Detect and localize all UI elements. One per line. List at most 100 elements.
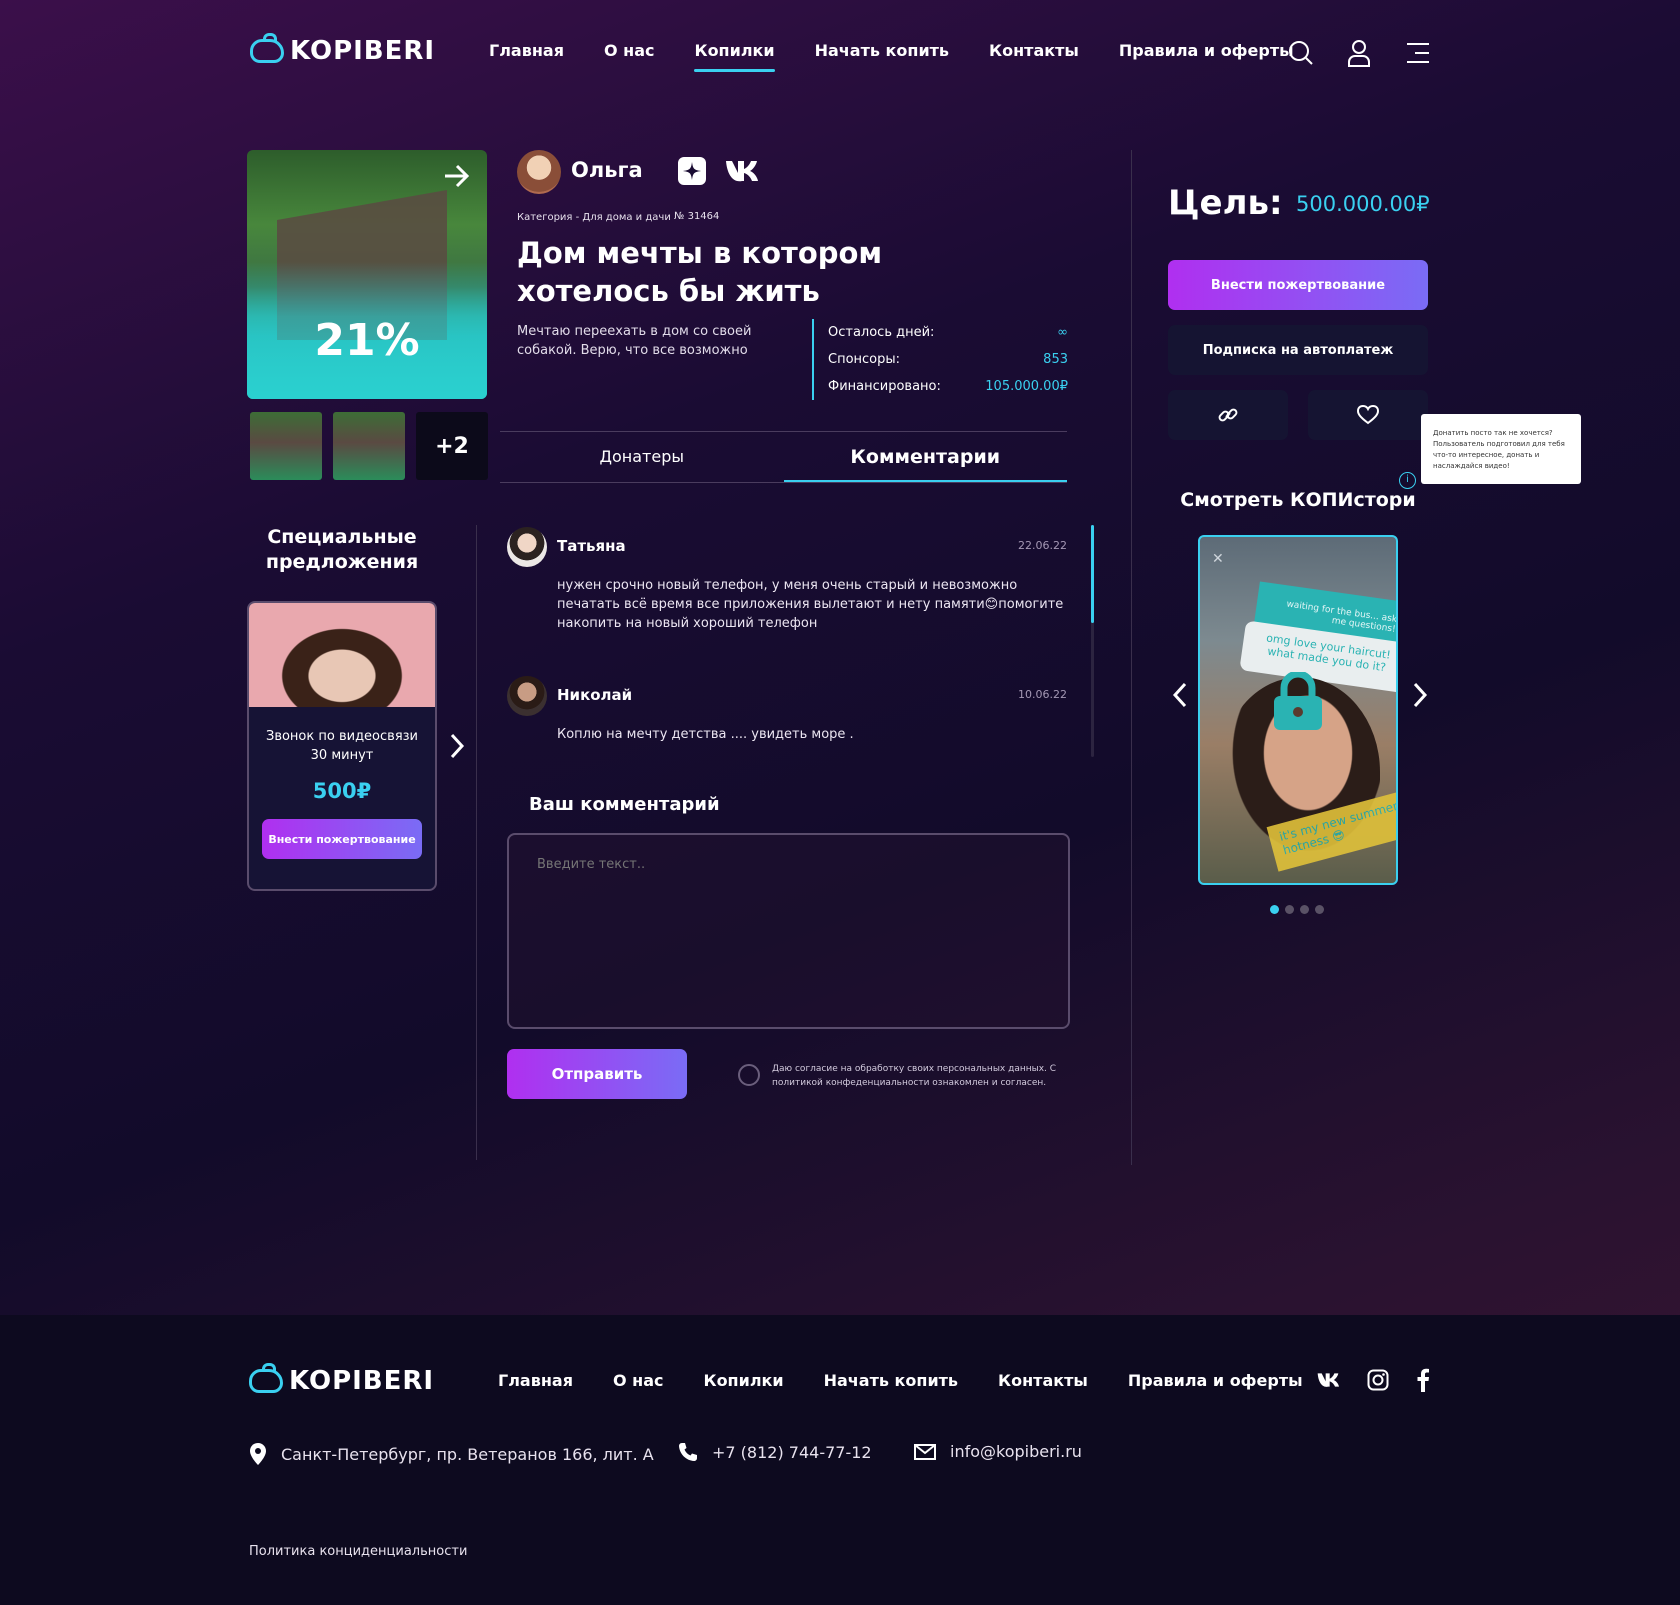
offer-card: Звонок по видеосвязи 30 минут 500₽ Внест… [247, 601, 437, 891]
comment-text-2: Коплю на мечту детства .... увидеть море… [557, 727, 854, 742]
comment-form-heading: Ваш комментарий [529, 794, 720, 815]
link-icon [1218, 408, 1238, 422]
comment-author-1[interactable]: Татьяна [557, 537, 626, 555]
thumbnail-1[interactable] [250, 412, 322, 480]
sponsors-label: Спонсоры: [828, 352, 901, 367]
consent-checkbox[interactable] [738, 1064, 760, 1086]
right-divider [1131, 150, 1132, 1165]
offer-price: 500₽ [312, 779, 372, 803]
more-photos-button[interactable]: +2 [416, 412, 488, 480]
stories-heading: Смотреть КОПИстори [1180, 489, 1416, 511]
comments-scrollbar[interactable] [1091, 525, 1094, 757]
story-dot-1[interactable] [1270, 905, 1279, 914]
copy-link-button[interactable] [1168, 390, 1288, 440]
tab-comments[interactable]: Комментарии [783, 432, 1067, 482]
piggy-bank-icon [250, 33, 284, 63]
offer-photo [249, 603, 435, 707]
vk-icon[interactable] [724, 159, 762, 183]
envelope-icon [914, 1443, 936, 1460]
nav-contacts[interactable]: Контакты [989, 41, 1079, 60]
progress-percent: 21% [314, 315, 420, 366]
consent-text: Даю согласие на обработку своих персонал… [772, 1064, 1057, 1088]
donate-button[interactable]: Внести пожертвование [1168, 260, 1428, 310]
footer-nav-about[interactable]: О нас [613, 1371, 664, 1390]
story-pagination [1270, 905, 1324, 914]
comment-avatar-2[interactable] [507, 676, 547, 716]
footer-phone[interactable]: +7 (812) 744-77-12 [678, 1442, 872, 1462]
main-nav: Главная О нас Копилки Начать копить Конт… [489, 41, 1294, 72]
address-text: Санкт-Петербург, пр. Ветеранов 166, лит.… [281, 1444, 654, 1464]
goal-value: 500.000.00₽ [1296, 192, 1430, 216]
story-preview[interactable]: ✕ waiting for the bus... ask me question… [1198, 535, 1398, 885]
campaign-description: Мечтаю переехать в дом со своей собакой.… [517, 324, 752, 358]
stories-tooltip: Донатить посто так не хочется? Пользоват… [1421, 414, 1581, 484]
author-avatar[interactable] [517, 150, 561, 194]
heart-icon [1357, 405, 1379, 425]
nav-home[interactable]: Главная [489, 41, 564, 60]
story-close-icon[interactable]: ✕ [1212, 551, 1224, 567]
menu-icon[interactable] [1403, 38, 1433, 68]
email-text[interactable]: info@kopiberi.ru [950, 1442, 1082, 1461]
goal-label: Цель: [1168, 183, 1283, 223]
comment-date-2: 10.06.22 [1018, 688, 1067, 701]
offer-donate-button[interactable]: Внести пожертвование [262, 819, 422, 859]
privacy-policy-link[interactable]: Политика конциденциальности [249, 1544, 467, 1559]
footer-nav-start-saving[interactable]: Начать копить [824, 1371, 958, 1390]
location-pin-icon [250, 1443, 266, 1465]
submit-comment-button[interactable]: Отправить [507, 1049, 687, 1099]
campaign-number: № 31464 [674, 211, 720, 222]
story-next-icon[interactable] [1412, 682, 1428, 708]
favorite-button[interactable] [1308, 390, 1428, 440]
nav-about[interactable]: О нас [604, 41, 655, 60]
footer-email[interactable]: info@kopiberi.ru [914, 1442, 1082, 1461]
footer-logo-text: KOPIBERI [289, 1366, 435, 1396]
sparkle-icon[interactable] [678, 157, 706, 185]
left-divider [476, 525, 477, 1160]
offers-next-icon[interactable] [449, 733, 465, 759]
footer-logo[interactable]: KOPIBERI [249, 1363, 435, 1396]
story-dot-3[interactable] [1300, 905, 1309, 914]
tab-donors[interactable]: Донатеры [500, 432, 784, 482]
arrow-right-icon[interactable] [443, 164, 469, 188]
comment-avatar-1[interactable] [507, 527, 547, 567]
nav-start-saving[interactable]: Начать копить [815, 41, 949, 60]
author-name[interactable]: Ольга [571, 158, 643, 182]
footer-nav-piggy-banks[interactable]: Копилки [703, 1371, 783, 1390]
phone-icon [679, 1443, 697, 1461]
comment-author-2[interactable]: Николай [557, 686, 632, 704]
campaign-title: Дом мечты в котором хотелось бы жить [517, 236, 883, 308]
footer-address: Санкт-Петербург, пр. Ветеранов 166, лит.… [249, 1442, 654, 1466]
autopay-subscribe-button[interactable]: Подписка на автоплатеж [1168, 325, 1428, 375]
story-dot-2[interactable] [1285, 905, 1294, 914]
facebook-icon[interactable] [1416, 1368, 1430, 1392]
logo-text: KOPIBERI [290, 36, 436, 66]
campaign-main-image[interactable]: 21% [247, 150, 487, 399]
funded-label: Финансировано: [828, 379, 941, 394]
footer-vk-icon[interactable] [1316, 1372, 1342, 1388]
thumbnail-2[interactable] [333, 412, 405, 480]
search-icon[interactable] [1286, 38, 1316, 68]
category-label: Категория - Для дома и дачи [517, 212, 671, 223]
footer-nav-home[interactable]: Главная [498, 1371, 573, 1390]
story-dot-4[interactable] [1315, 905, 1324, 914]
funded-value: 105.000.00₽ [985, 379, 1068, 394]
info-icon[interactable]: i [1399, 472, 1416, 489]
nav-rules[interactable]: Правила и оферты [1119, 41, 1294, 60]
footer-nav-contacts[interactable]: Контакты [998, 1371, 1088, 1390]
story-prev-icon[interactable] [1172, 682, 1188, 708]
offers-heading: Специальные предложения [265, 526, 419, 573]
lock-icon [1270, 672, 1326, 730]
user-icon[interactable] [1344, 38, 1374, 68]
footer: KOPIBERI Главная О нас Копилки Начать ко… [0, 1315, 1680, 1605]
instagram-icon[interactable] [1367, 1369, 1389, 1391]
scrollbar-thumb[interactable] [1091, 525, 1094, 623]
footer-nav-rules[interactable]: Правила и оферты [1128, 1371, 1303, 1390]
phone-text[interactable]: +7 (812) 744-77-12 [712, 1443, 872, 1462]
days-label: Осталось дней: [828, 325, 935, 340]
offer-title: Звонок по видеосвязи 30 минут [265, 729, 418, 763]
campaign-stats: Осталось дней: ∞ Спонсоры: 853 Финансирова… [812, 319, 1068, 400]
logo[interactable]: KOPIBERI [250, 33, 436, 66]
piggy-bank-icon [249, 1363, 283, 1393]
nav-piggy-banks[interactable]: Копилки [694, 41, 775, 72]
comment-textarea[interactable] [507, 833, 1070, 1029]
